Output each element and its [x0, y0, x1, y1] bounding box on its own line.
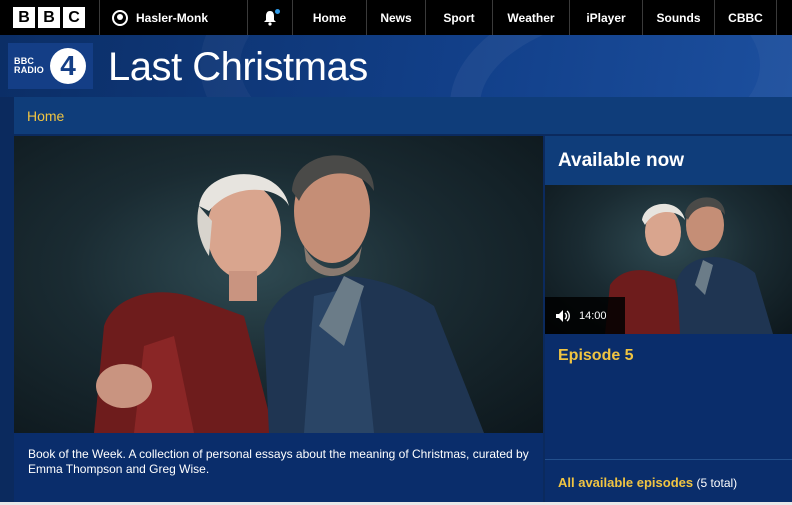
bbc-global-nav: B B C Hasler-Monk Home News Sport Weathe… [0, 0, 792, 35]
account-link[interactable]: Hasler-Monk [100, 0, 248, 35]
nav-cbbc[interactable]: CBBC [715, 0, 777, 35]
nav-weather[interactable]: Weather [493, 0, 570, 35]
episode-duration: 14:00 [579, 309, 607, 322]
available-now-panel: Available now 14:00 Episode 5 All availa… [545, 136, 792, 505]
breadcrumb: Home [14, 97, 792, 134]
radio-4-logo-text: BBC RADIO [14, 56, 44, 75]
nav-news[interactable]: News [367, 0, 426, 35]
nav-sport[interactable]: Sport [426, 0, 493, 35]
programme-photo [94, 155, 484, 433]
bbc-logo-letter-3: C [63, 7, 85, 28]
account-icon [112, 9, 128, 26]
primary-nav: Home News Sport Weather iPlayer Sounds C… [293, 0, 792, 35]
account-name: Hasler-Monk [136, 10, 209, 25]
episode-title-link[interactable]: Episode 5 [558, 347, 634, 365]
speaker-icon [556, 309, 570, 322]
all-episodes: All available episodes (5 total) [558, 475, 737, 490]
divider [545, 459, 792, 460]
radio-4-number: 4 [50, 48, 86, 84]
episode-duration-badge: 14:00 [545, 297, 625, 334]
bbc-logo-letter-2: B [38, 7, 60, 28]
programme-image [14, 136, 543, 433]
programme-description: Book of the Week. A collection of person… [14, 433, 543, 505]
nav-sounds[interactable]: Sounds [643, 0, 715, 35]
programme-header: BBC RADIO 4 Last Christmas [0, 35, 792, 97]
all-episodes-count: (5 total) [696, 476, 738, 490]
all-episodes-link[interactable]: All available episodes [558, 475, 693, 490]
radio-4-logo[interactable]: BBC RADIO 4 [8, 43, 93, 89]
notification-dot [275, 9, 280, 14]
bbc-logo[interactable]: B B C [0, 0, 100, 35]
notifications-button[interactable] [248, 0, 293, 35]
nav-home[interactable]: Home [293, 0, 367, 35]
bbc-logo-letter-1: B [13, 7, 35, 28]
available-now-heading: Available now [545, 136, 792, 185]
nav-iplayer[interactable]: iPlayer [570, 0, 643, 35]
episode-thumbnail[interactable]: 14:00 [545, 185, 792, 334]
breadcrumb-home-link[interactable]: Home [27, 108, 64, 124]
programme-title[interactable]: Last Christmas [108, 45, 368, 90]
